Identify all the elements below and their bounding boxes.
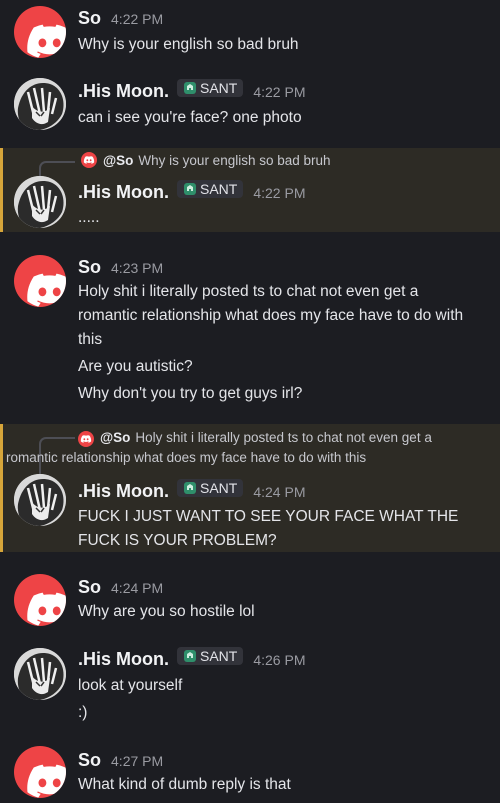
message-moon-2[interactable]: .His Moon. SANT 4:26 PM look at yourself… [0, 642, 500, 726]
message-so-1[interactable]: So 4:22 PM Why is your english so bad br… [0, 0, 500, 72]
author-name[interactable]: .His Moon. [78, 649, 169, 670]
discord-logo-icon[interactable] [14, 574, 66, 626]
message-moon-reply-2[interactable]: @So Holy shit i literally posted ts to ch… [0, 424, 500, 552]
discord-logo-icon [81, 152, 97, 168]
reply-text: Why is your english so bad bruh [138, 152, 331, 168]
timestamp: 4:22 PM [253, 185, 306, 201]
timestamp: 4:24 PM [111, 580, 164, 596]
clan-tag[interactable]: SANT [177, 79, 244, 97]
reply-preview[interactable]: @So Holy shit i literally posted ts to ch… [6, 428, 498, 468]
author-name[interactable]: .His Moon. [78, 81, 169, 102]
author-name[interactable]: So [78, 750, 101, 771]
author-name[interactable]: .His Moon. [78, 182, 169, 203]
message-text: Why is your english so bad bruh [78, 36, 299, 53]
message-text: this [78, 331, 103, 348]
moon-avatar-icon[interactable] [14, 176, 66, 228]
timestamp: 4:24 PM [253, 484, 306, 500]
clan-tag-icon [183, 649, 197, 663]
author-name[interactable]: So [78, 8, 101, 29]
message-text: FUCK I JUST WANT TO SEE YOUR FACE WHAT T… [78, 508, 459, 525]
message-text: Holy shit i literally posted ts to chat … [78, 283, 419, 300]
reply-text: romantic relationship what does my face … [6, 450, 367, 465]
message-text: ..... [78, 209, 100, 226]
discord-logo-icon[interactable] [14, 255, 66, 307]
discord-logo-icon[interactable] [14, 746, 66, 798]
clan-tag[interactable]: SANT [177, 647, 244, 665]
message-text: romantic relationship what does my face … [78, 307, 464, 324]
message-text: Why are you so hostile lol [78, 603, 255, 620]
message-text: can i see you're face? one photo [78, 109, 302, 126]
author-name[interactable]: So [78, 577, 101, 598]
message-moon-reply-1[interactable]: @So Why is your english so bad bruh .His… [0, 148, 500, 232]
clan-tag-label: SANT [200, 480, 238, 496]
message-text: Are you autistic? [78, 358, 193, 375]
message-moon-1[interactable]: .His Moon. SANT 4:22 PM can i see you're… [0, 72, 500, 146]
message-so-3[interactable]: So 4:24 PM Why are you so hostile lol [0, 572, 500, 636]
timestamp: 4:26 PM [253, 652, 306, 668]
moon-avatar-icon[interactable] [14, 78, 66, 130]
reply-mention[interactable]: @So [100, 430, 130, 445]
clan-tag[interactable]: SANT [177, 180, 244, 198]
timestamp: 4:23 PM [111, 260, 164, 276]
discord-logo-icon [78, 431, 94, 447]
clan-tag-icon [183, 182, 197, 196]
message-text: look at yourself [78, 677, 183, 694]
message-text: Why don't you try to get guys irl? [78, 385, 303, 402]
clan-tag-icon [183, 81, 197, 95]
timestamp: 4:27 PM [111, 753, 164, 769]
reply-preview[interactable]: @So Why is your english so bad bruh [81, 152, 331, 168]
moon-avatar-icon[interactable] [14, 474, 66, 526]
reply-text: Holy shit i literally posted ts to chat … [135, 430, 432, 445]
author-name[interactable]: So [78, 257, 101, 278]
moon-avatar-icon[interactable] [14, 648, 66, 700]
clan-tag-label: SANT [200, 181, 238, 197]
message-so-4[interactable]: So 4:27 PM What kind of dumb reply is th… [0, 744, 500, 803]
message-text: :) [78, 704, 88, 721]
clan-tag-label: SANT [200, 648, 238, 664]
timestamp: 4:22 PM [111, 11, 164, 27]
clan-tag-icon [183, 481, 197, 495]
message-so-2[interactable]: So 4:23 PM Holy shit i literally posted … [0, 250, 500, 410]
timestamp: 4:22 PM [253, 84, 306, 100]
clan-tag-label: SANT [200, 80, 238, 96]
message-text: FUCK IS YOUR PROBLEM? [78, 532, 277, 549]
discord-logo-icon[interactable] [14, 6, 66, 58]
reply-mention[interactable]: @So [103, 153, 133, 168]
author-name[interactable]: .His Moon. [78, 481, 169, 502]
clan-tag[interactable]: SANT [177, 479, 244, 497]
message-text: What kind of dumb reply is that [78, 776, 291, 793]
